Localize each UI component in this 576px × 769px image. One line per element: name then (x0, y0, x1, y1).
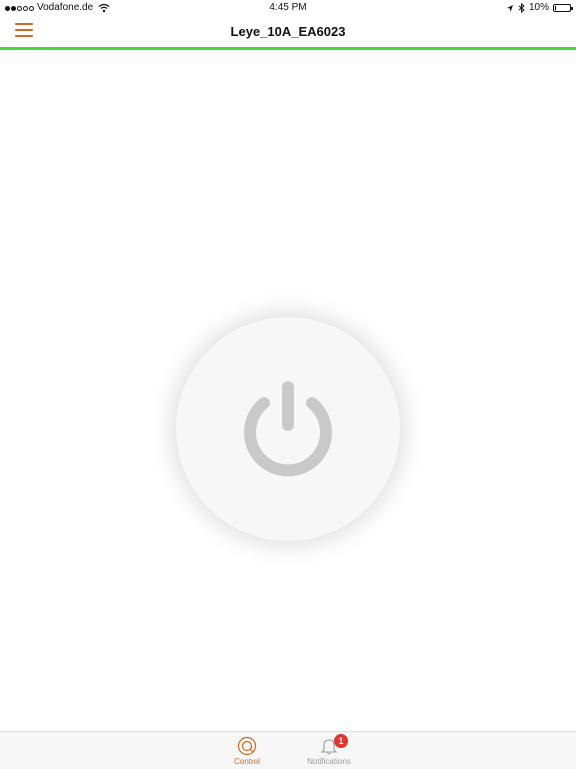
page-title: Leye_10A_EA6023 (230, 24, 346, 39)
tab-control-label: Control (234, 757, 260, 766)
tab-notifications-label: Notifications (307, 757, 351, 766)
notification-badge: 1 (334, 734, 348, 748)
tab-control[interactable]: Control (207, 732, 287, 769)
power-icon (244, 381, 332, 477)
power-toggle-button[interactable] (176, 317, 400, 541)
location-arrow-icon (506, 4, 513, 12)
tab-bar: Control 1 Notifications (0, 731, 576, 769)
connection-status-line (0, 47, 576, 50)
status-bar: Vodafone.de 4:45 PM 10% (0, 0, 576, 16)
battery-percent: 10% (528, 2, 549, 13)
battery-icon (553, 4, 573, 12)
tab-notifications[interactable]: 1 Notifications (289, 732, 369, 769)
status-bar-time: 4:45 PM (269, 2, 307, 13)
bluetooth-icon (518, 3, 525, 13)
control-icon (237, 736, 257, 756)
navigation-bar: Leye_10A_EA6023 (0, 16, 576, 48)
status-bar-right: 10% (506, 0, 573, 16)
battery-level (555, 6, 556, 10)
